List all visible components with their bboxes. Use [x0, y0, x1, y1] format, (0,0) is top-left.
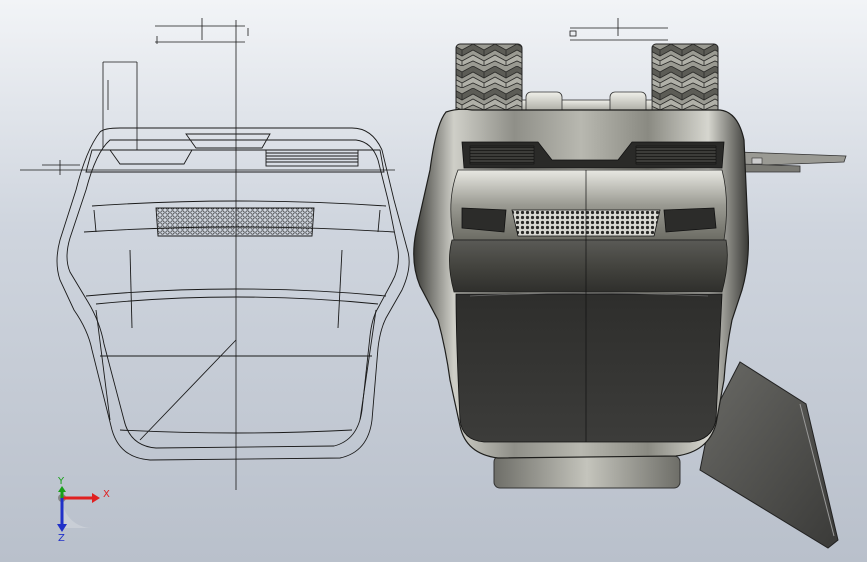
z-axis-label: Z: [58, 533, 65, 544]
right-light: [663, 207, 717, 233]
right-vent: [635, 145, 717, 165]
y-axis-label: Y: [57, 476, 65, 487]
wire-vent: [265, 149, 359, 167]
x-axis-label: X: [103, 489, 110, 500]
coordinate-triad: X Y Z: [57, 476, 110, 544]
body-inner-outline: [66, 139, 399, 449]
side-arm[interactable]: [737, 151, 847, 173]
wire-grille: [155, 207, 315, 237]
left-light: [461, 207, 507, 233]
wireframe-model[interactable]: [20, 18, 410, 490]
lower-body: [455, 293, 723, 443]
shaded-model[interactable]: [413, 18, 847, 549]
cad-viewport[interactable]: X Y Z: [0, 0, 867, 562]
bottom-skid: [493, 455, 681, 489]
model-scene[interactable]: X Y Z: [0, 0, 867, 562]
dimension-lines: [20, 18, 395, 490]
left-vent: [469, 145, 535, 165]
mid-band: [449, 239, 728, 293]
